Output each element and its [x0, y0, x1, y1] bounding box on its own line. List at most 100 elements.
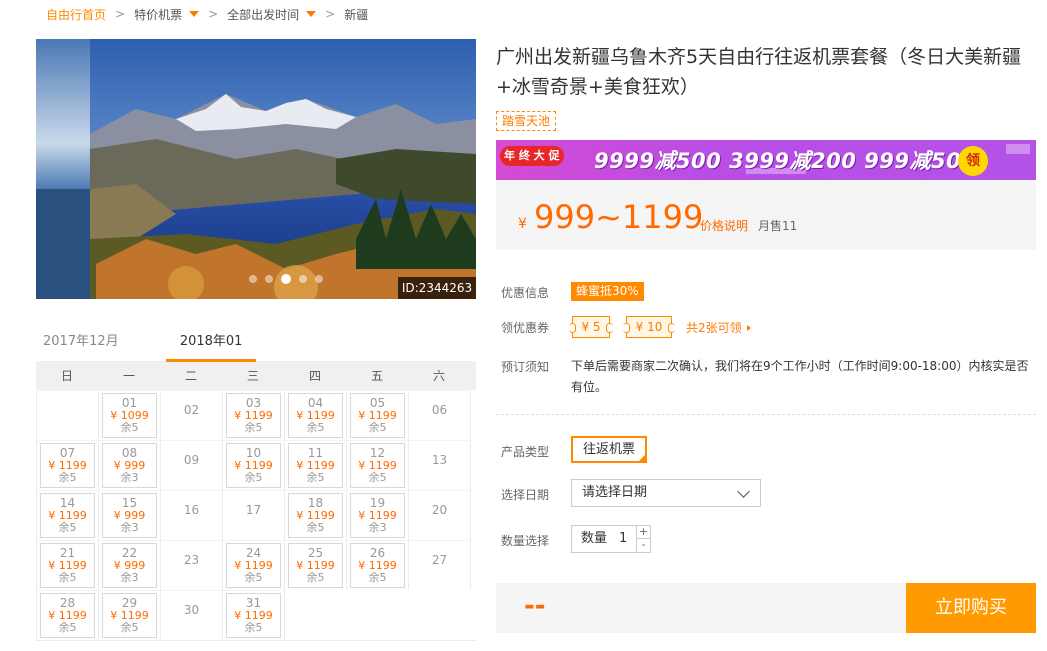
calendar-day-available[interactable]: 04 ¥ 1199 余5 — [285, 390, 347, 440]
price-explanation-link[interactable]: 价格说明 — [700, 217, 748, 234]
calendar-day-number: 15 — [121, 496, 138, 510]
calendar-day-number: 09 — [183, 453, 200, 467]
calendar-day-number: 28 — [59, 596, 76, 610]
destination-tag[interactable]: 踏雪天池 — [496, 111, 557, 131]
breadcrumb-flights-dropdown[interactable]: 特价机票 — [134, 6, 200, 23]
calendar-day-price: ¥ 1199 — [296, 559, 335, 572]
calendar-month-tabs: 2017年12月 2018年01月 — [36, 328, 476, 377]
product-type-option[interactable]: 往返机票 — [571, 436, 648, 463]
calendar-day-available[interactable]: 18 ¥ 1199 余5 — [285, 490, 347, 540]
total-price-bar: -- — [496, 583, 906, 633]
monthly-sales: 月售11 — [758, 219, 798, 233]
breadcrumb-current: 新疆 — [344, 7, 369, 22]
calendar-day-available[interactable]: 12 ¥ 1199 余5 — [347, 440, 409, 490]
calendar-day-stock: 余5 — [120, 621, 139, 634]
calendar-day-available[interactable]: 11 ¥ 1199 余5 — [285, 440, 347, 490]
quantity-stepper[interactable]: 数量 1 + - — [571, 525, 651, 553]
coupon-10[interactable]: ¥ 10 — [623, 316, 675, 338]
calendar-day-number: 19 — [369, 496, 386, 510]
calendar-day-available[interactable]: 10 ¥ 1199 余5 — [223, 440, 285, 490]
calendar-day: 16 — [161, 490, 223, 540]
calendar-day-available[interactable]: 26 ¥ 1199 余5 — [347, 540, 409, 590]
coupon-5[interactable]: ¥ 5 — [569, 316, 613, 338]
promo-banner[interactable]: 年 终 大 促 9999减500 3999减200 999减50 领 — [496, 140, 1036, 180]
calendar-day-available[interactable]: 08 ¥ 999 余3 — [99, 440, 161, 490]
landscape-photo — [36, 39, 476, 299]
calendar-day-available[interactable]: 29 ¥ 1199 余5 — [99, 590, 161, 640]
calendar-day: 20 — [409, 490, 471, 540]
gallery-dot-active[interactable] — [281, 274, 291, 284]
calendar-day-number: 06 — [431, 403, 448, 417]
gallery-dot[interactable] — [315, 275, 323, 283]
calendar-day-number: 30 — [183, 603, 200, 617]
weekday-label: 五 — [370, 369, 383, 383]
calendar-day-price: ¥ 1199 — [358, 459, 397, 472]
calendar-day-available[interactable]: 03 ¥ 1199 余5 — [223, 390, 285, 440]
calendar-day-number: 04 — [307, 396, 324, 410]
calendar-day-available[interactable]: 31 ¥ 1199 余5 — [223, 590, 285, 640]
breadcrumb-home-link[interactable]: 自由行首页 — [46, 6, 106, 23]
calendar-day-available[interactable]: 28 ¥ 1199 余5 — [37, 590, 99, 640]
calendar-day-number: 29 — [121, 596, 138, 610]
weekday-label: 日 — [60, 369, 73, 383]
coupon-count-link[interactable]: 共2张可领 — [686, 319, 751, 336]
promo-badge: 年 终 大 促 — [500, 146, 564, 166]
product-type-value: 往返机票 — [583, 442, 636, 457]
chevron-down-icon — [737, 485, 750, 498]
calendar-day-price: ¥ 999 — [113, 559, 146, 572]
date-select[interactable]: 请选择日期 — [571, 479, 761, 507]
gallery-dot[interactable] — [265, 275, 273, 283]
calendar-day — [37, 390, 99, 440]
product-type-label: 产品类型 — [501, 445, 550, 459]
price-panel: ¥ 999~1199 价格说明 月售11 — [496, 180, 1036, 250]
calendar-day: 02 — [161, 390, 223, 440]
calendar-day-available[interactable]: 05 ¥ 1199 余5 — [347, 390, 409, 440]
calendar-day-stock: 余5 — [58, 471, 77, 484]
calendar-day-available[interactable]: 22 ¥ 999 余3 — [99, 540, 161, 590]
quantity-decrement-button[interactable]: - — [636, 539, 650, 552]
calendar-day-number: 03 — [245, 396, 262, 410]
calendar-day-stock: 余5 — [120, 421, 139, 434]
breadcrumb-separator: > — [208, 7, 219, 21]
coupon-count-text: 共2张可领 — [686, 321, 742, 335]
quantity-text: 数量 — [581, 531, 608, 546]
tab-month-2017-12[interactable]: 2017年12月 — [36, 328, 126, 362]
calendar-day-available[interactable]: 24 ¥ 1199 余5 — [223, 540, 285, 590]
calendar-day-stock: 余5 — [244, 571, 263, 584]
calendar-day-stock: 余5 — [368, 571, 387, 584]
calendar-day-stock: 余5 — [58, 621, 77, 634]
calendar-day-available[interactable]: 07 ¥ 1199 余5 — [37, 440, 99, 490]
calendar-day-available[interactable]: 21 ¥ 1199 余5 — [37, 540, 99, 590]
calendar-day-price: ¥ 1199 — [48, 459, 87, 472]
discount-label: 优惠信息 — [501, 286, 550, 300]
calendar-days: 01 ¥ 1099 余5 02 03 ¥ 1199 余5 04 ¥ 1199 余5 05 ¥ 1199… — [36, 390, 476, 641]
calendar-day-available[interactable]: 14 ¥ 1199 余5 — [37, 490, 99, 540]
breadcrumb-departure-time-dropdown[interactable]: 全部出发时间 — [227, 6, 317, 23]
product-image-gallery[interactable]: ID:2344263 — [36, 39, 476, 299]
booking-notice: 下单后需要商家二次确认，我们将在9个工作小时（工作时间9:00-18:00）内核… — [571, 359, 1029, 394]
buy-now-button[interactable]: 立即购买 — [906, 583, 1036, 633]
calendar-day-number: 27 — [431, 553, 448, 567]
calendar-day-number: 05 — [369, 396, 386, 410]
calendar-day-available[interactable]: 19 ¥ 1199 余3 — [347, 490, 409, 540]
arrow-right-icon — [746, 324, 751, 331]
calendar-day-number: 13 — [431, 453, 448, 467]
calendar-day-price: ¥ 1199 — [296, 409, 335, 422]
calendar-weekday-header: 日 一 二 三 四 五 六 — [36, 362, 476, 390]
product-title: 广州出发新疆乌鲁木齐5天自由行往返机票套餐（冬日大美新疆+冰雪奇景+美食狂欢） — [496, 46, 1022, 98]
calendar-day-available[interactable]: 25 ¥ 1199 余5 — [285, 540, 347, 590]
calendar-day-available[interactable]: 15 ¥ 999 余3 — [99, 490, 161, 540]
coupon-label: 领优惠券 — [501, 321, 550, 335]
calendar-day-stock: 余3 — [120, 521, 139, 534]
divider — [496, 414, 1036, 415]
calendar-day: 13 — [409, 440, 471, 490]
calendar-day-price: ¥ 1199 — [48, 509, 87, 522]
calendar-day-available[interactable]: 01 ¥ 1099 余5 — [99, 390, 161, 440]
calendar-day-number: 18 — [307, 496, 324, 510]
tab-month-2018-01[interactable]: 2018年01月 — [165, 328, 256, 377]
calendar-day-number: 17 — [245, 503, 262, 517]
claim-coupon-icon[interactable]: 领 — [958, 146, 988, 176]
calendar-day-price: ¥ 1199 — [234, 609, 273, 622]
gallery-dot[interactable] — [249, 275, 257, 283]
gallery-dot[interactable] — [299, 275, 307, 283]
